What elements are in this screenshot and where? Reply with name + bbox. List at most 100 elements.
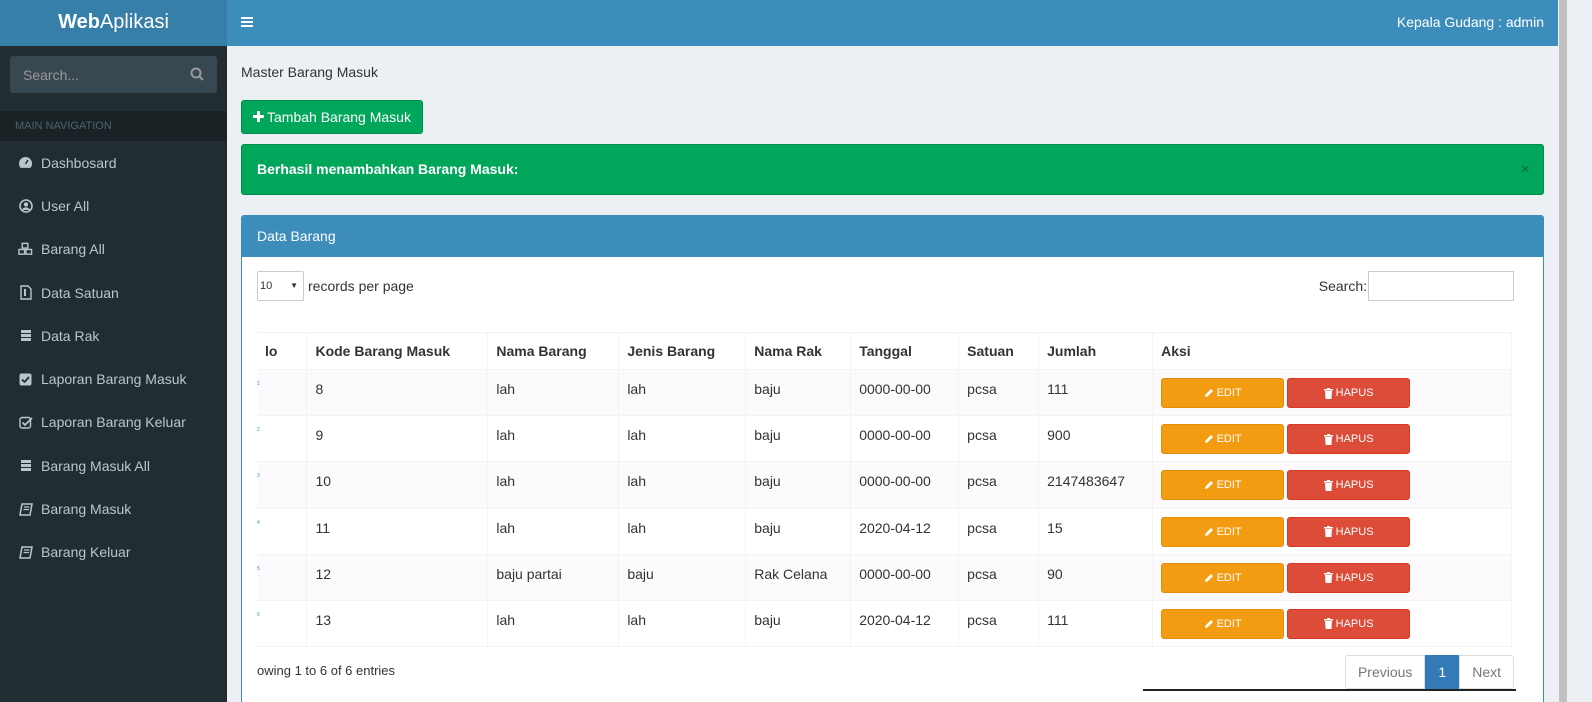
column-header-nama-rak[interactable]: Nama Rak [745, 332, 852, 370]
app-logo[interactable]: WebAplikasi [0, 0, 227, 46]
table-info: owing 1 to 6 of 6 entries [257, 663, 396, 678]
cell-kode: 9 [306, 415, 489, 463]
table-row: 2 9 lah lah baju 0000-00-00 pcsa 900 EDIT HAPUS [257, 415, 1512, 463]
cell-nama-barang: lah [487, 461, 620, 509]
cell-no: 5 [257, 554, 308, 601]
add-button-label: Tambah Barang Masuk [267, 109, 411, 125]
alert-message: Berhasil menambahkan Barang Masuk: [257, 161, 519, 177]
book-icon [18, 502, 33, 517]
pagination-previous[interactable]: Previous [1344, 655, 1426, 689]
box-title: Data Barang [242, 216, 1543, 257]
cell-kode: 11 [306, 508, 489, 555]
pagination-next[interactable]: Next [1459, 655, 1514, 689]
sidebar-item-label: Barang All [41, 241, 105, 258]
column-header-tanggal[interactable]: Tanggal [850, 332, 960, 370]
cell-jumlah: 111 [1038, 369, 1154, 417]
records-per-page-select[interactable]: 10 ▼ [257, 271, 304, 301]
scrollbar-thumb[interactable] [1559, 0, 1567, 702]
cell-nama-barang: lah [487, 508, 620, 555]
sidebar-item-barang-keluar[interactable]: Barang Keluar [0, 531, 227, 574]
cell-aksi: EDIT HAPUS [1152, 415, 1512, 463]
pagination-page-1[interactable]: 1 [1425, 655, 1460, 689]
cell-jumlah: 2147483647 [1038, 461, 1154, 509]
edit-button[interactable]: EDIT [1161, 608, 1285, 639]
box-body: 10 ▼ records per page Search: lo Kode Ba… [242, 257, 1543, 702]
trash-icon [1323, 387, 1333, 399]
pencil-icon [1204, 619, 1214, 629]
delete-button-label: HAPUS [1335, 571, 1374, 584]
table-search-input[interactable] [1368, 271, 1514, 301]
column-header-jenis-barang[interactable]: Jenis Barang [618, 332, 747, 370]
edit-button[interactable]: EDIT [1161, 562, 1285, 593]
sidebar-item-dashboard[interactable]: Dashbosard [0, 141, 227, 184]
cell-nama-rak: baju [745, 369, 852, 417]
column-header-jumlah[interactable]: Jumlah [1038, 332, 1154, 370]
data-barang-box: Data Barang 10 ▼ records per page Search… [241, 215, 1544, 702]
cell-tanggal: 2020-04-12 [850, 600, 960, 648]
menu-toggle-icon[interactable] [240, 15, 254, 29]
cell-kode: 13 [306, 600, 489, 648]
cell-tanggal: 0000-00-00 [850, 415, 960, 463]
cell-jenis-barang: lah [618, 508, 747, 555]
cell-satuan: pcsa [958, 508, 1040, 555]
cell-nama-barang: lah [487, 415, 620, 463]
cell-satuan: pcsa [958, 369, 1040, 417]
cell-nama-rak: baju [745, 508, 852, 555]
table-row: 3 10 lah lah baju 0000-00-00 pcsa 2147483647 EDI… [257, 461, 1512, 509]
sidebar-item-barang-masuk-all[interactable]: Barang Masuk All [0, 444, 227, 487]
cell-nama-rak: baju [745, 461, 852, 509]
delete-button[interactable]: HAPUS [1287, 424, 1411, 455]
edit-button-label: EDIT [1216, 571, 1242, 584]
trash-icon [1323, 433, 1333, 445]
delete-button[interactable]: HAPUS [1287, 470, 1411, 501]
sidebar-item-laporan-barang-keluar[interactable]: Laporan Barang Keluar [0, 401, 227, 444]
edit-button[interactable]: EDIT [1161, 378, 1285, 408]
trash-icon [1323, 572, 1333, 584]
cell-nama-rak: baju [745, 600, 852, 648]
pencil-icon [1204, 434, 1214, 444]
sidebar-item-user-all[interactable]: User All [0, 184, 227, 227]
pencil-icon [1204, 480, 1214, 490]
cell-jenis-barang: lah [618, 461, 747, 509]
cell-satuan: pcsa [958, 461, 1040, 509]
sidebar-item-data-rak[interactable]: Data Rak [0, 314, 227, 357]
edit-button[interactable]: EDIT [1161, 516, 1285, 547]
page-scrollbar[interactable] [1558, 0, 1568, 702]
cell-kode: 10 [306, 461, 489, 509]
search-icon[interactable] [190, 67, 204, 81]
cell-aksi: EDIT HAPUS [1152, 554, 1512, 601]
edit-button[interactable]: EDIT [1161, 424, 1285, 455]
cell-nama-rak: baju [745, 415, 852, 463]
sidebar-search-input[interactable] [10, 56, 217, 93]
sidebar-item-laporan-barang-masuk[interactable]: Laporan Barang Masuk [0, 357, 227, 400]
delete-button-label: HAPUS [1335, 433, 1374, 446]
cell-jenis-barang: baju [618, 554, 747, 601]
cell-tanggal: 0000-00-00 [850, 554, 960, 601]
column-header-no[interactable]: lo [257, 332, 308, 370]
add-barang-masuk-button[interactable]: Tambah Barang Masuk [241, 100, 423, 134]
cell-jenis-barang: lah [618, 415, 747, 463]
column-header-nama-barang[interactable]: Nama Barang [487, 332, 620, 370]
delete-button[interactable]: HAPUS [1287, 608, 1411, 639]
delete-button[interactable]: HAPUS [1287, 378, 1411, 408]
dashboard-icon [18, 155, 33, 170]
cell-aksi: EDIT HAPUS [1152, 461, 1512, 509]
cell-jumlah: 15 [1038, 508, 1154, 555]
cell-jenis-barang: lah [618, 369, 747, 417]
sidebar-item-data-satuan[interactable]: Data Satuan [0, 271, 227, 314]
sidebar-item-barang-all[interactable]: Barang All [0, 228, 227, 271]
sidebar: WebAplikasi MAIN NAVIGATION Dashbosard U… [0, 0, 227, 702]
delete-button[interactable]: HAPUS [1287, 516, 1411, 547]
trash-icon [1323, 618, 1333, 630]
edit-button[interactable]: EDIT [1161, 470, 1285, 501]
cell-aksi: EDIT HAPUS [1152, 369, 1512, 417]
sidebar-item-barang-masuk[interactable]: Barang Masuk [0, 487, 227, 530]
user-menu[interactable]: Kepala Gudang : admin [1397, 14, 1544, 30]
delete-button[interactable]: HAPUS [1287, 562, 1411, 593]
sidebar-item-label: Barang Masuk [41, 501, 132, 518]
cell-nama-barang: baju partai [487, 554, 620, 601]
close-icon[interactable]: × [1521, 145, 1530, 194]
column-header-satuan[interactable]: Satuan [958, 332, 1040, 370]
sidebar-item-label: Data Rak [41, 327, 100, 344]
column-header-kode[interactable]: Kode Barang Masuk [306, 332, 489, 370]
